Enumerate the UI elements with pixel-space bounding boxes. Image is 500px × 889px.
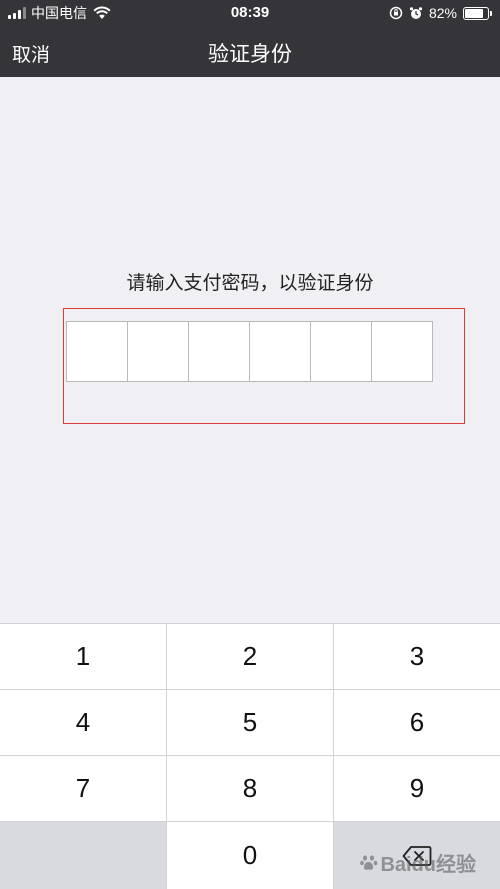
page-title: 验证身份 — [208, 43, 292, 66]
status-right: 82% — [389, 4, 492, 22]
key-1[interactable]: 1 — [0, 624, 166, 689]
key-9[interactable]: 9 — [334, 756, 500, 821]
pin-cell-4[interactable] — [250, 322, 311, 381]
battery-percent: 82% — [428, 5, 457, 21]
key-0[interactable]: 0 — [167, 822, 333, 889]
key-6[interactable]: 6 — [334, 690, 500, 755]
pin-input[interactable] — [66, 321, 433, 382]
delete-key[interactable]: Baidu经验 — [334, 822, 500, 889]
status-bar: 中国电信 08:39 82% — [0, 0, 500, 26]
numeric-keypad: 1 2 3 4 5 6 7 8 9 0 Baidu经验 — [0, 623, 500, 889]
password-prompt: 请输入支付密码，以验证身份 — [126, 273, 374, 294]
key-2[interactable]: 2 — [167, 624, 333, 689]
key-4[interactable]: 4 — [0, 690, 166, 755]
key-blank — [0, 822, 166, 889]
watermark-text: Baidu经验 — [380, 854, 476, 876]
pin-cell-6[interactable] — [372, 322, 432, 381]
pin-cell-5[interactable] — [311, 322, 372, 381]
key-7[interactable]: 7 — [0, 756, 166, 821]
watermark-logo: Baidu经验 — [360, 848, 476, 877]
pin-cell-2[interactable] — [128, 322, 189, 381]
key-3[interactable]: 3 — [334, 624, 500, 689]
key-8[interactable]: 8 — [167, 756, 333, 821]
alarm-icon — [409, 7, 423, 19]
pin-cell-1[interactable] — [67, 322, 128, 381]
baidu-paw-icon — [360, 854, 378, 870]
battery-icon — [463, 6, 492, 20]
nav-bar: 取消 验证身份 — [0, 28, 500, 74]
header: 中国电信 08:39 82% 取消 验证身份 — [0, 0, 500, 77]
key-5[interactable]: 5 — [167, 690, 333, 755]
orientation-lock-icon — [389, 6, 403, 20]
pin-cell-3[interactable] — [189, 322, 250, 381]
